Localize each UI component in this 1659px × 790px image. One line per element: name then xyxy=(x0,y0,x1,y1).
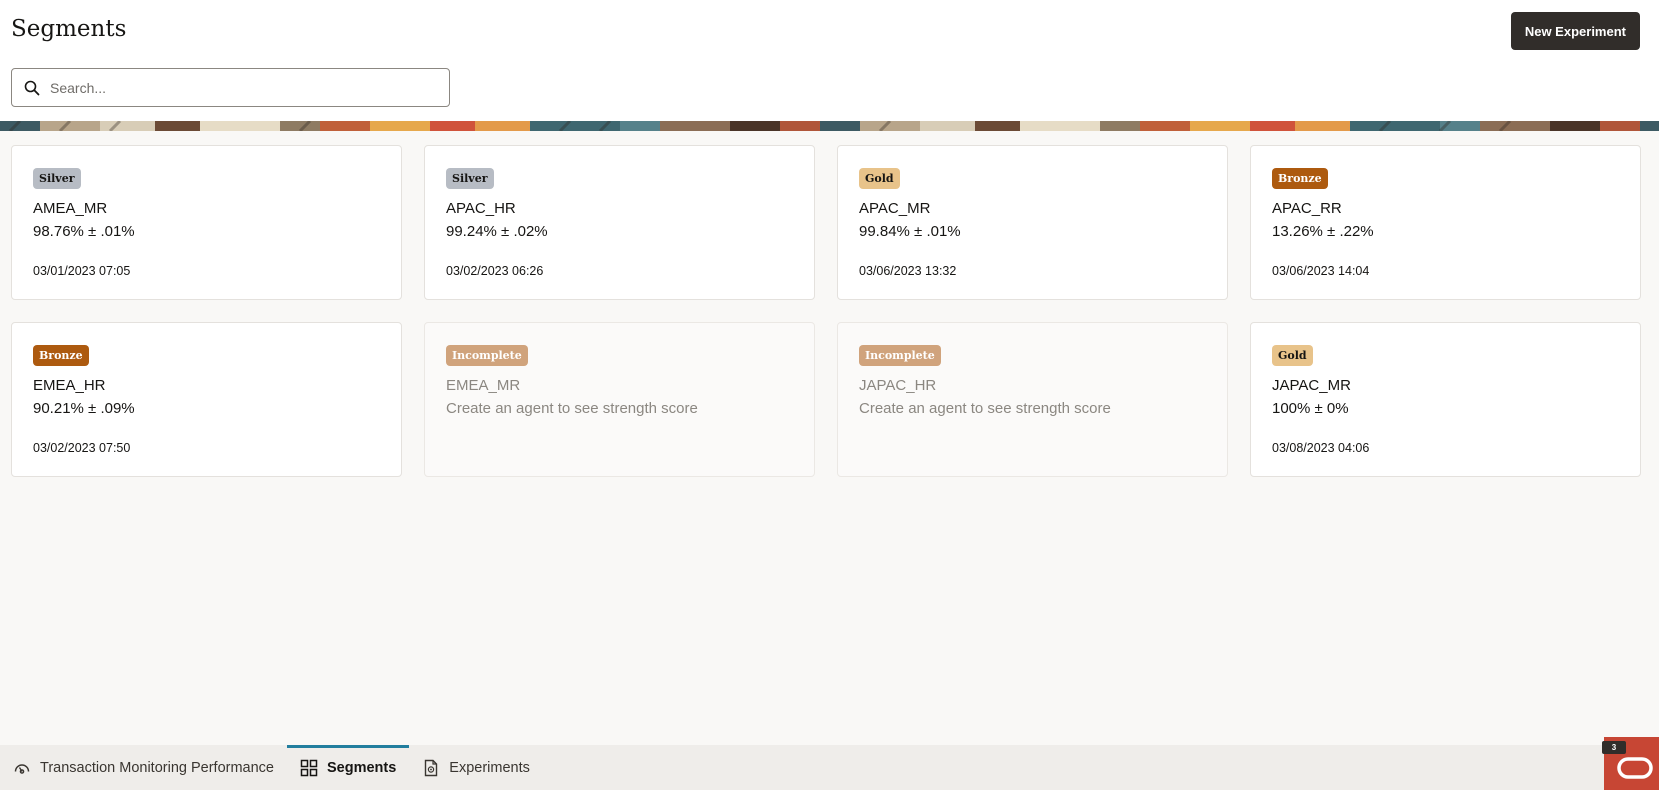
strength-score: 98.76% ± .01% xyxy=(33,223,135,240)
segment-card[interactable]: Bronze APAC_RR 13.26% ± .22% 03/06/2023 14:… xyxy=(1250,145,1641,300)
segment-name: EMEA_HR xyxy=(33,377,106,394)
search-input[interactable] xyxy=(50,79,449,96)
bottom-nav: Transaction Monitoring Performance Segme… xyxy=(0,745,1659,790)
strength-score: 99.84% ± .01% xyxy=(859,223,961,240)
segment-timestamp: 03/06/2023 14:04 xyxy=(1272,264,1370,278)
segment-name: AMEA_MR xyxy=(33,200,108,217)
decorative-banner xyxy=(0,121,1659,131)
segment-name: APAC_RR xyxy=(1272,200,1342,217)
segment-timestamp: 03/06/2023 13:32 xyxy=(859,264,957,278)
strength-score: Create an agent to see strength score xyxy=(859,400,1111,417)
tier-badge: Gold xyxy=(859,168,900,189)
tier-badge: Incomplete xyxy=(859,345,941,366)
header: Segments New Experiment xyxy=(0,0,1659,121)
tier-badge: Incomplete xyxy=(446,345,528,366)
tier-badge: Silver xyxy=(33,168,81,189)
segment-card[interactable]: Incomplete EMEA_MR Create an agent to see … xyxy=(424,322,815,477)
document-icon xyxy=(425,759,438,776)
strength-score: 99.24% ± .02% xyxy=(446,223,548,240)
segment-card[interactable]: Gold JAPAC_MR 100% ± 0% 03/08/2023 04:06 xyxy=(1250,322,1641,477)
segment-timestamp: 03/02/2023 07:50 xyxy=(33,441,131,455)
app: Segments New Experiment Search... Silver… xyxy=(0,0,1659,790)
tab-transaction-monitoring-performance[interactable]: Transaction Monitoring Performance xyxy=(0,745,287,790)
segment-card[interactable]: Silver AMEA_MR 98.76% ± .01% 03/01/2023 07:… xyxy=(11,145,402,300)
tab-label: Transaction Monitoring Performance xyxy=(40,759,274,776)
segment-name: APAC_MR xyxy=(859,200,931,217)
oracle-launcher[interactable]: 3 xyxy=(1602,737,1659,790)
new-experiment-button[interactable]: New Experiment xyxy=(1510,12,1640,50)
strength-score: 100% ± 0% xyxy=(1272,400,1349,417)
segment-card[interactable]: Bronze EMEA_HR 90.21% ± .09% 03/02/2023 07:… xyxy=(11,322,402,477)
oracle-logo-icon xyxy=(1617,757,1653,779)
tier-badge: Bronze xyxy=(1272,168,1328,189)
tab-experiments[interactable]: Experiments xyxy=(409,745,543,790)
search-icon xyxy=(24,80,40,95)
gauge-icon xyxy=(14,763,30,774)
tab-label: Segments xyxy=(326,759,397,776)
strength-score: 13.26% ± .22% xyxy=(1272,223,1374,240)
strength-score: Create an agent to see strength score xyxy=(446,400,698,417)
tier-badge: Gold xyxy=(1272,345,1313,366)
segment-timestamp: 03/02/2023 06:26 xyxy=(446,264,544,278)
tab-label: Experiments xyxy=(449,759,530,776)
segment-name: APAC_HR xyxy=(446,200,516,217)
segment-card[interactable]: Incomplete JAPAC_HR Create an agent to see… xyxy=(837,322,1228,477)
page-title: Segments xyxy=(11,16,127,42)
segment-card[interactable]: Gold APAC_MR 99.84% ± .01% 03/06/2023 13:32 xyxy=(837,145,1228,300)
segment-name: JAPAC_HR xyxy=(859,377,937,394)
grid-icon xyxy=(300,759,318,776)
segment-name: EMEA_MR xyxy=(446,377,521,394)
segment-card[interactable]: Silver APAC_HR 99.24% ± .02% 03/02/2023 06:… xyxy=(424,145,815,300)
segment-timestamp: 03/08/2023 04:06 xyxy=(1272,441,1370,455)
segment-name: JAPAC_MR xyxy=(1272,377,1351,394)
tier-badge: Bronze xyxy=(33,345,89,366)
notification-count-badge: 3 xyxy=(1602,741,1626,754)
strength-score: 90.21% ± .09% xyxy=(33,400,135,417)
tab-segments[interactable]: Segments xyxy=(286,745,410,790)
segment-timestamp: 03/01/2023 07:05 xyxy=(33,264,131,278)
segment-grid: Silver AMEA_MR 98.76% ± .01% 03/01/2023 07:… xyxy=(11,145,1641,477)
tier-badge: Silver xyxy=(446,168,494,189)
search-box[interactable] xyxy=(11,68,450,107)
